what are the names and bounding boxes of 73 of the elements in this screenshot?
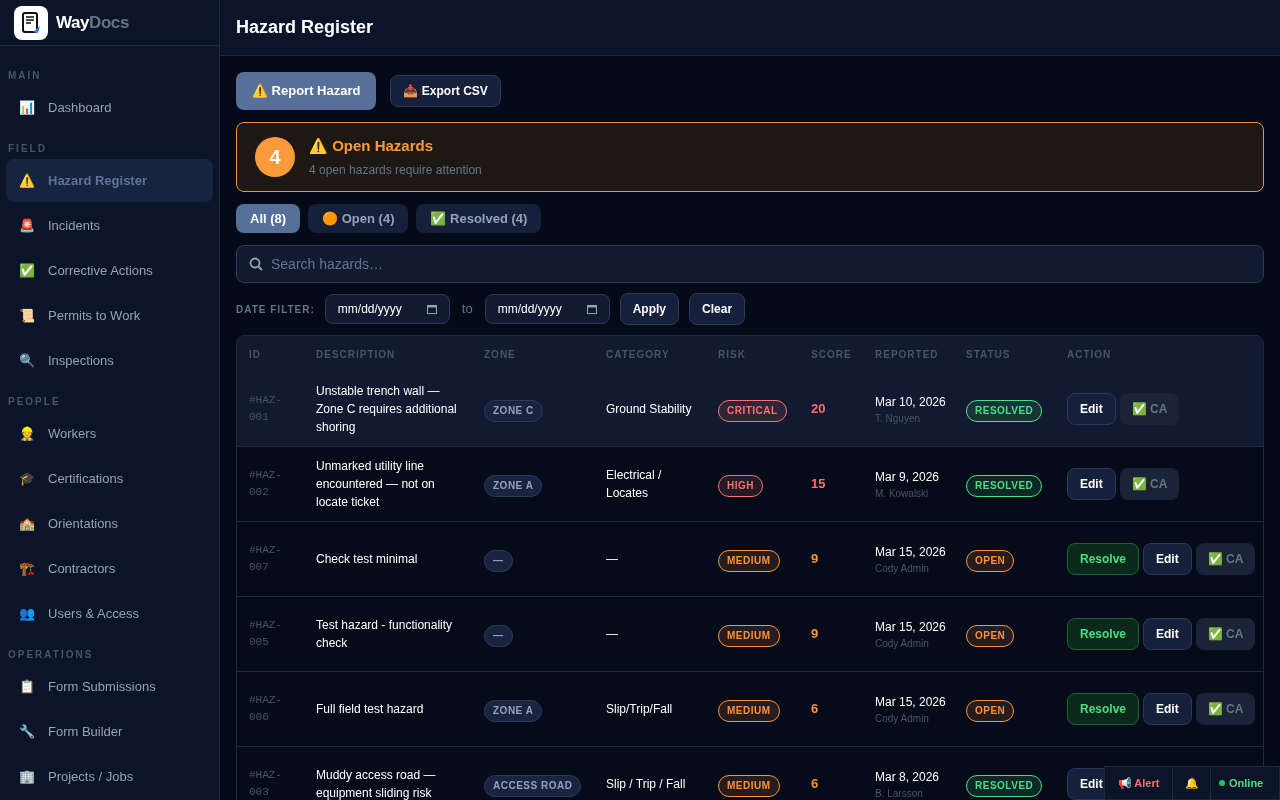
category-cell-text: —	[606, 551, 619, 568]
score-cell-text: 6	[811, 700, 820, 719]
score-cell-text: 6	[811, 775, 820, 794]
category-cell-text: Electrical / Locates	[606, 467, 663, 502]
hazard-id: #HAZ-005	[249, 618, 283, 650]
date-cell-text: Mar 9, 2026	[875, 468, 941, 486]
date-cell-text: Mar 10, 2026	[875, 393, 947, 411]
reporter-name: M. Kowalski	[875, 486, 930, 501]
risk-badge: MEDIUM	[718, 699, 780, 722]
date-cell-text: Mar 15, 2026	[875, 693, 947, 711]
zone-tag: ZONE C	[484, 399, 543, 422]
online-status: Online	[1229, 775, 1264, 791]
column-header: ID	[249, 347, 262, 362]
description-cell-text: Test hazard - functionality check	[316, 617, 454, 652]
status-badge: OPEN	[966, 624, 1015, 647]
score-cell-text: 9	[811, 550, 820, 569]
range-separator: to	[460, 300, 474, 319]
description-cell-text: Check test minimal	[316, 551, 419, 568]
reporter-name: Cody Admin	[875, 636, 930, 651]
date-cell-text: Mar 15, 2026	[875, 618, 947, 636]
alert-title: ⚠ Open Hazards	[309, 135, 435, 156]
zone-tag: —	[484, 624, 513, 647]
risk-badge: MEDIUM	[718, 549, 780, 572]
column-header: DESCRIPTION	[316, 347, 397, 362]
reporter-name: B. Larsson	[875, 786, 924, 800]
section-title: PEOPLE	[7, 394, 62, 409]
section-title: OPERATIONS	[7, 647, 95, 662]
category-cell-text: Ground Stability	[606, 401, 693, 418]
column-header: STATUS	[966, 347, 1012, 362]
column-header: CATEGORY	[606, 347, 671, 362]
date-cell-text: Mar 8, 2026	[875, 768, 941, 786]
hazard-id: #HAZ-006	[249, 693, 283, 725]
status-badge: RESOLVED	[966, 774, 1043, 797]
description-cell-text: Unstable trench wall — Zone C requires additional shoring	[316, 383, 458, 436]
risk-badge: CRITICAL	[718, 399, 787, 422]
status-badge: OPEN	[966, 699, 1015, 722]
section-title: MAIN	[7, 68, 43, 83]
column-header: REPORTED	[875, 347, 940, 362]
zone-tag: ZONE A	[484, 474, 543, 497]
hazard-id: #HAZ-007	[249, 543, 283, 575]
column-header: SCORE	[811, 347, 853, 362]
score-cell-text: 15	[811, 475, 827, 494]
reporter-name: Cody Admin	[875, 561, 930, 576]
filter-label: DATE FILTER:	[236, 302, 315, 317]
category-cell-text: —	[606, 626, 619, 643]
status-badge: OPEN	[966, 549, 1015, 572]
column-header: RISK	[718, 347, 747, 362]
risk-badge: MEDIUM	[718, 624, 780, 647]
reporter-name: Cody Admin	[875, 711, 930, 726]
description-cell-text: Unmarked utility line encountered — not on locate ticket	[316, 458, 436, 511]
section-title: FIELD	[7, 141, 48, 156]
zone-tag: ACCESS ROAD	[484, 774, 582, 797]
category-cell-text: Slip/Trip/Fall	[606, 701, 674, 718]
category-cell-text: Slip / Trip / Fall	[606, 776, 687, 793]
count-badge: 4	[255, 137, 295, 177]
description-cell-text: Muddy access road — equipment sliding risk	[316, 767, 437, 800]
risk-badge: HIGH	[718, 474, 763, 497]
risk-badge: MEDIUM	[718, 774, 780, 797]
column-header: ZONE	[484, 347, 517, 362]
hazard-id: #HAZ-002	[249, 468, 283, 500]
column-header: ACTION	[1067, 347, 1113, 362]
zone-tag: ZONE A	[484, 699, 543, 722]
score-cell-text: 9	[811, 625, 820, 644]
status-badge: RESOLVED	[966, 399, 1043, 422]
date-cell-text: Mar 15, 2026	[875, 543, 947, 561]
score-cell-text: 20	[811, 400, 827, 419]
zone-tag: —	[484, 549, 513, 572]
hazard-id: #HAZ-003	[249, 768, 283, 800]
status-badge: RESOLVED	[966, 474, 1043, 497]
logo-text: WayDocs	[56, 11, 129, 34]
description-cell-text: Full field test hazard	[316, 701, 425, 718]
alert-message: 4 open hazards require attention	[309, 162, 482, 180]
page-title: Hazard Register	[236, 16, 374, 39]
